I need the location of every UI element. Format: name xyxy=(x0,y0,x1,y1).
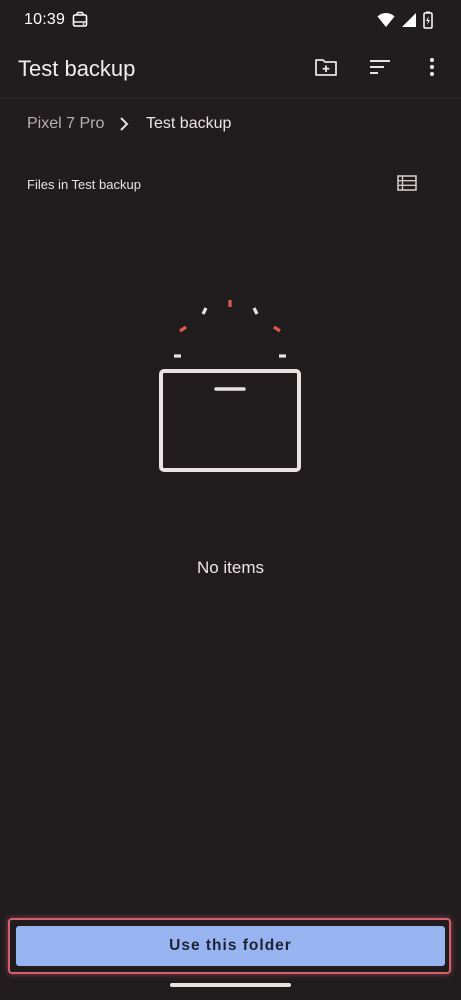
breadcrumb-current[interactable]: Test backup xyxy=(146,115,231,133)
wifi-icon xyxy=(377,12,395,33)
signal-icon xyxy=(401,12,417,33)
sort-button[interactable] xyxy=(365,54,395,84)
more-options-button[interactable] xyxy=(417,54,447,84)
empty-state-text: No items xyxy=(196,558,265,577)
status-time: 10:39 xyxy=(24,11,66,28)
app-bar-divider xyxy=(0,98,461,99)
new-folder-icon xyxy=(314,57,338,82)
breadcrumb-root[interactable]: Pixel 7 Pro xyxy=(27,115,104,133)
battery-charging-icon xyxy=(423,11,433,34)
breadcrumb: Pixel 7 Pro Test backup xyxy=(0,100,461,148)
status-icons xyxy=(377,11,433,34)
sort-icon xyxy=(369,59,391,80)
drive-icon xyxy=(71,11,89,29)
status-bar: 10:39 xyxy=(0,0,461,40)
screen: 10:39 Test backup Pixel 7 Pro Test backu… xyxy=(0,0,461,1000)
gesture-handle[interactable] xyxy=(170,983,291,987)
section-label: Files in Test backup xyxy=(27,177,141,192)
page-title: Test backup xyxy=(18,56,136,81)
use-this-folder-button[interactable]: Use this folder xyxy=(16,926,445,966)
chevron-right-icon xyxy=(116,115,132,133)
empty-folder-illustration xyxy=(150,290,310,480)
new-folder-button[interactable] xyxy=(311,54,341,84)
app-bar: Test backup xyxy=(0,40,461,98)
more-vert-icon xyxy=(429,57,435,82)
view-toggle-button[interactable] xyxy=(392,170,422,200)
list-view-icon xyxy=(397,174,417,196)
